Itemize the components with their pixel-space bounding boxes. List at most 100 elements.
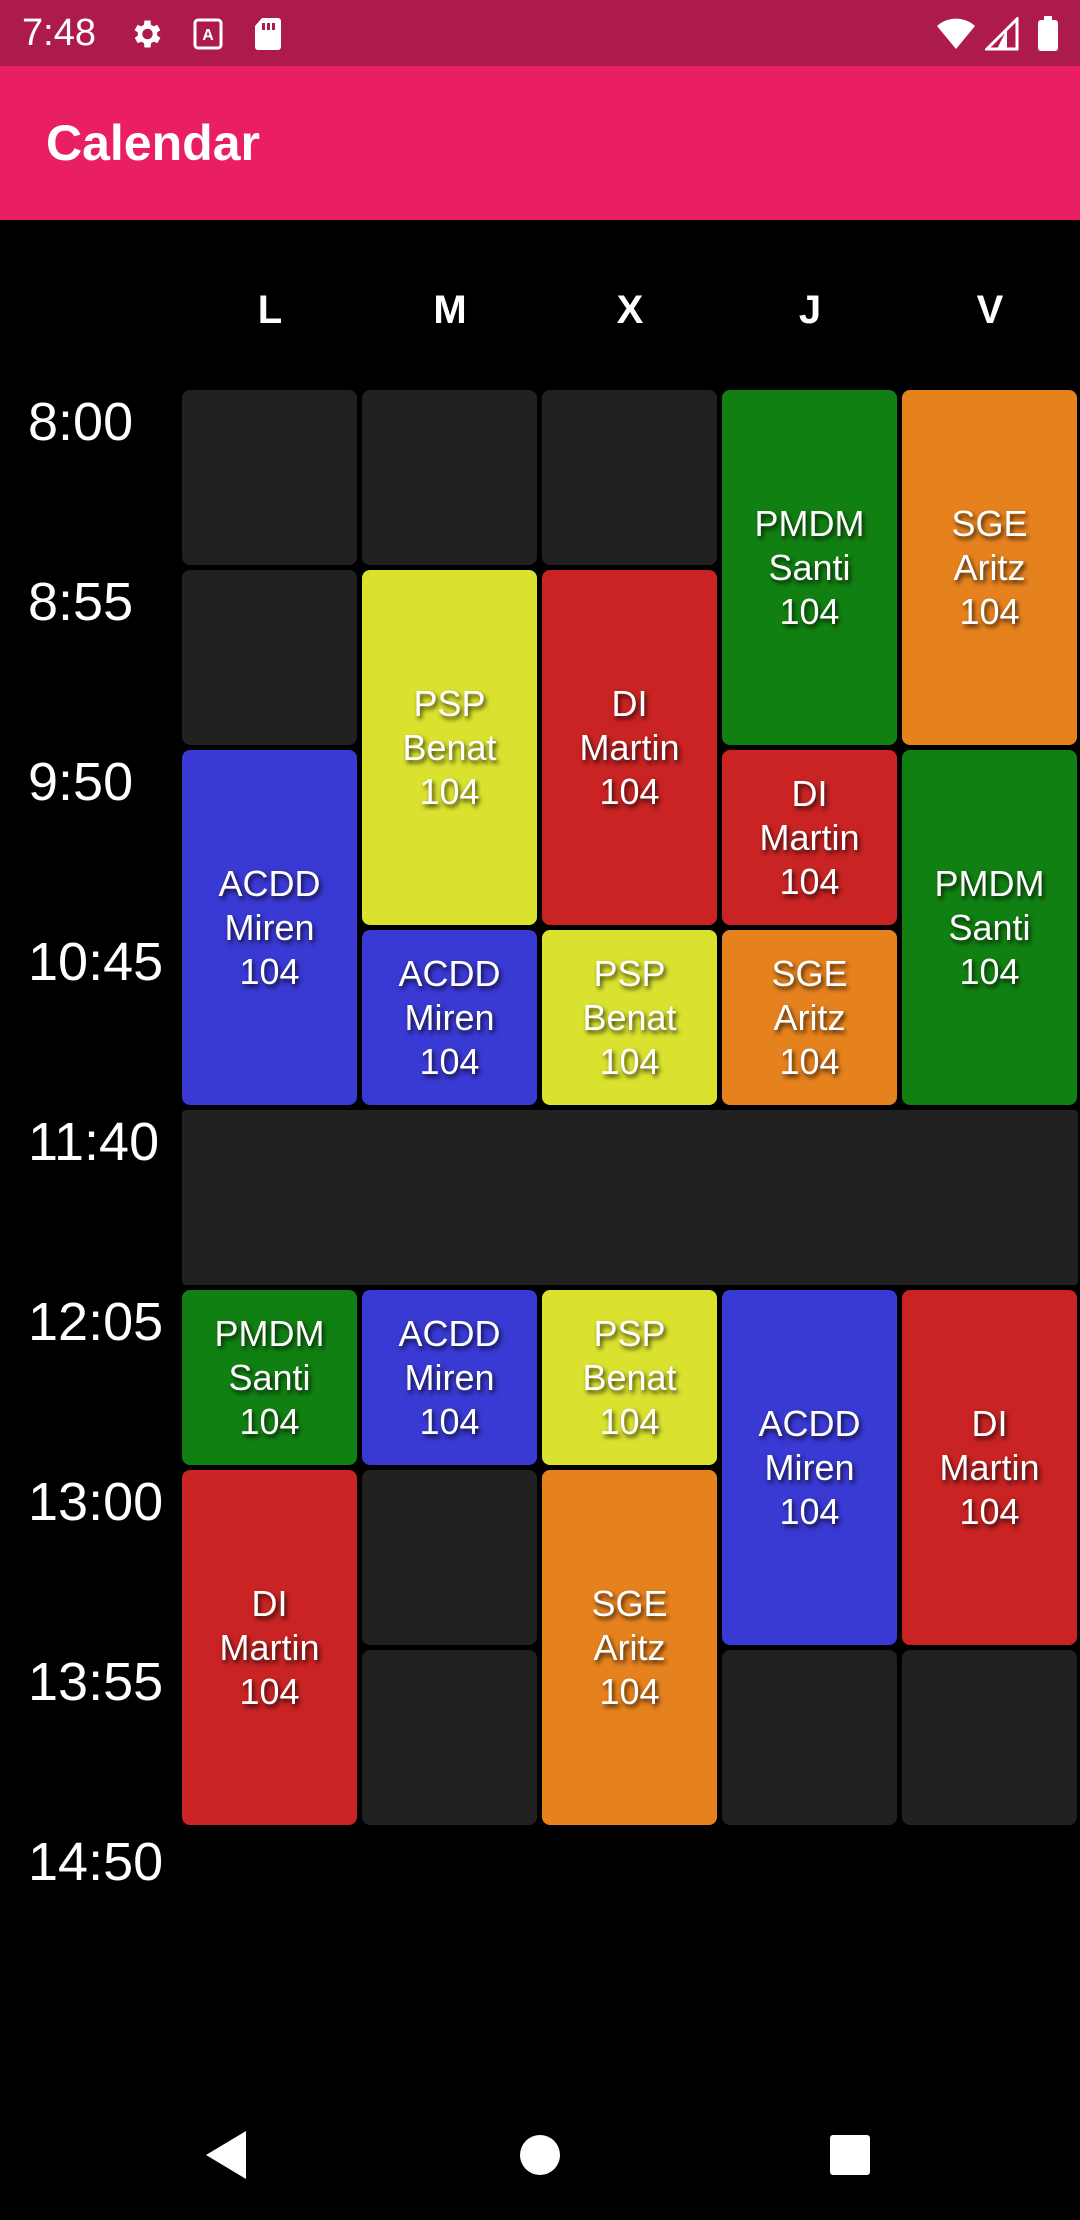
break-slot xyxy=(182,1110,1078,1285)
status-time: 7:48 xyxy=(22,12,96,54)
day-header-m: M xyxy=(433,288,467,332)
class-block[interactable]: PMDM Santi 104 xyxy=(722,390,897,745)
empty-slot[interactable] xyxy=(542,390,717,565)
class-block[interactable]: DI Martin 104 xyxy=(722,750,897,925)
class-block[interactable]: DI Martin 104 xyxy=(182,1470,357,1825)
class-subject: DI xyxy=(791,772,828,814)
class-subject: ACDD xyxy=(218,862,321,904)
home-icon[interactable] xyxy=(500,2120,580,2190)
class-block[interactable]: ACDD Miren 104 xyxy=(722,1290,897,1645)
class-subject: DI xyxy=(251,1582,288,1624)
class-teacher: Aritz xyxy=(593,1626,666,1668)
empty-slot[interactable] xyxy=(182,390,357,565)
class-teacher: Miren xyxy=(764,1446,855,1488)
class-subject: ACDD xyxy=(398,952,501,994)
class-room: 104 xyxy=(599,770,660,812)
class-room: 104 xyxy=(959,950,1020,992)
class-teacher: Santi xyxy=(948,906,1031,948)
class-room: 104 xyxy=(779,1490,840,1532)
class-teacher: Benat xyxy=(402,726,497,768)
time-label-1355: 13:55 xyxy=(28,1652,164,1712)
class-room: 104 xyxy=(419,1400,480,1442)
class-subject: ACDD xyxy=(398,1312,501,1354)
empty-slot[interactable] xyxy=(362,1470,537,1645)
class-subject: ACDD xyxy=(758,1402,861,1444)
class-teacher: Benat xyxy=(582,996,677,1038)
time-label-0855: 8:55 xyxy=(28,572,134,632)
class-subject: PSP xyxy=(413,682,486,724)
class-teacher: Martin xyxy=(219,1626,320,1668)
day-header-x: X xyxy=(616,288,644,332)
class-subject: PMDM xyxy=(754,502,865,544)
day-header-j: J xyxy=(798,288,822,332)
class-block[interactable]: SGE Aritz 104 xyxy=(542,1470,717,1825)
class-room: 104 xyxy=(419,770,480,812)
class-block[interactable]: ACDD Miren 104 xyxy=(182,750,357,1105)
class-block[interactable]: PSP Benat 104 xyxy=(362,570,537,925)
signal-icon xyxy=(982,14,1022,54)
svg-text:A: A xyxy=(202,27,214,44)
empty-slot[interactable] xyxy=(902,1650,1077,1825)
class-room: 104 xyxy=(599,1670,660,1712)
wifi-icon xyxy=(936,14,976,54)
class-room: 104 xyxy=(959,1490,1020,1532)
class-block[interactable]: PSP Benat 104 xyxy=(542,1290,717,1465)
class-subject: SGE xyxy=(771,952,848,994)
class-block[interactable]: PMDM Santi 104 xyxy=(182,1290,357,1465)
class-teacher: Miren xyxy=(404,996,495,1038)
battery-icon xyxy=(1028,14,1068,54)
gear-icon xyxy=(126,14,166,54)
class-block[interactable]: SGE Aritz 104 xyxy=(902,390,1077,745)
class-subject: SGE xyxy=(951,502,1028,544)
empty-slot[interactable] xyxy=(362,1650,537,1825)
class-block[interactable]: ACDD Miren 104 xyxy=(362,930,537,1105)
class-room: 104 xyxy=(239,1670,300,1712)
class-teacher: Martin xyxy=(579,726,680,768)
class-teacher: Aritz xyxy=(773,996,846,1038)
class-block[interactable]: PMDM Santi 104 xyxy=(902,750,1077,1105)
class-room: 104 xyxy=(599,1400,660,1442)
back-icon[interactable] xyxy=(186,2120,266,2190)
class-room: 104 xyxy=(239,1400,300,1442)
empty-slot[interactable] xyxy=(362,390,537,565)
time-label-1205: 12:05 xyxy=(28,1292,164,1352)
class-teacher: Santi xyxy=(228,1356,311,1398)
status-bar: 7:48 A xyxy=(0,0,1080,66)
a-icon: A xyxy=(188,14,228,54)
empty-slot[interactable] xyxy=(722,1650,897,1825)
time-label-1450: 14:50 xyxy=(28,1832,164,1892)
class-subject: DI xyxy=(611,682,648,724)
class-block[interactable]: SGE Aritz 104 xyxy=(722,930,897,1105)
time-label-1140: 11:40 xyxy=(28,1112,160,1172)
time-label-1045: 10:45 xyxy=(28,932,164,992)
class-teacher: Martin xyxy=(939,1446,1040,1488)
class-block[interactable]: DI Martin 104 xyxy=(542,570,717,925)
time-label-0800: 8:00 xyxy=(28,392,134,452)
day-header-l: L xyxy=(257,288,283,332)
class-teacher: Aritz xyxy=(953,546,1026,588)
class-room: 104 xyxy=(779,860,840,902)
class-teacher: Santi xyxy=(768,546,851,588)
empty-slot[interactable] xyxy=(182,570,357,745)
class-room: 104 xyxy=(779,1040,840,1082)
class-subject: PMDM xyxy=(214,1312,325,1354)
sim-card-icon xyxy=(248,14,288,54)
app-bar: Calendar xyxy=(0,66,1080,220)
class-room: 104 xyxy=(239,950,300,992)
recents-icon[interactable] xyxy=(810,2120,890,2190)
class-teacher: Benat xyxy=(582,1356,677,1398)
class-room: 104 xyxy=(419,1040,480,1082)
time-label-0950: 9:50 xyxy=(28,752,134,812)
class-subject: SGE xyxy=(591,1582,668,1624)
class-subject: PSP xyxy=(593,952,666,994)
class-block[interactable]: ACDD Miren 104 xyxy=(362,1290,537,1465)
class-teacher: Martin xyxy=(759,816,860,858)
class-room: 104 xyxy=(959,590,1020,632)
class-teacher: Miren xyxy=(404,1356,495,1398)
class-block[interactable]: DI Martin 104 xyxy=(902,1290,1077,1645)
class-block[interactable]: PSP Benat 104 xyxy=(542,930,717,1105)
class-teacher: Miren xyxy=(224,906,315,948)
navigation-bar xyxy=(0,2080,1080,2220)
timetable-grid: L M X J V 8:00 8:55 9:50 10:45 11:40 12:… xyxy=(0,220,1080,2080)
app-title: Calendar xyxy=(46,115,260,171)
